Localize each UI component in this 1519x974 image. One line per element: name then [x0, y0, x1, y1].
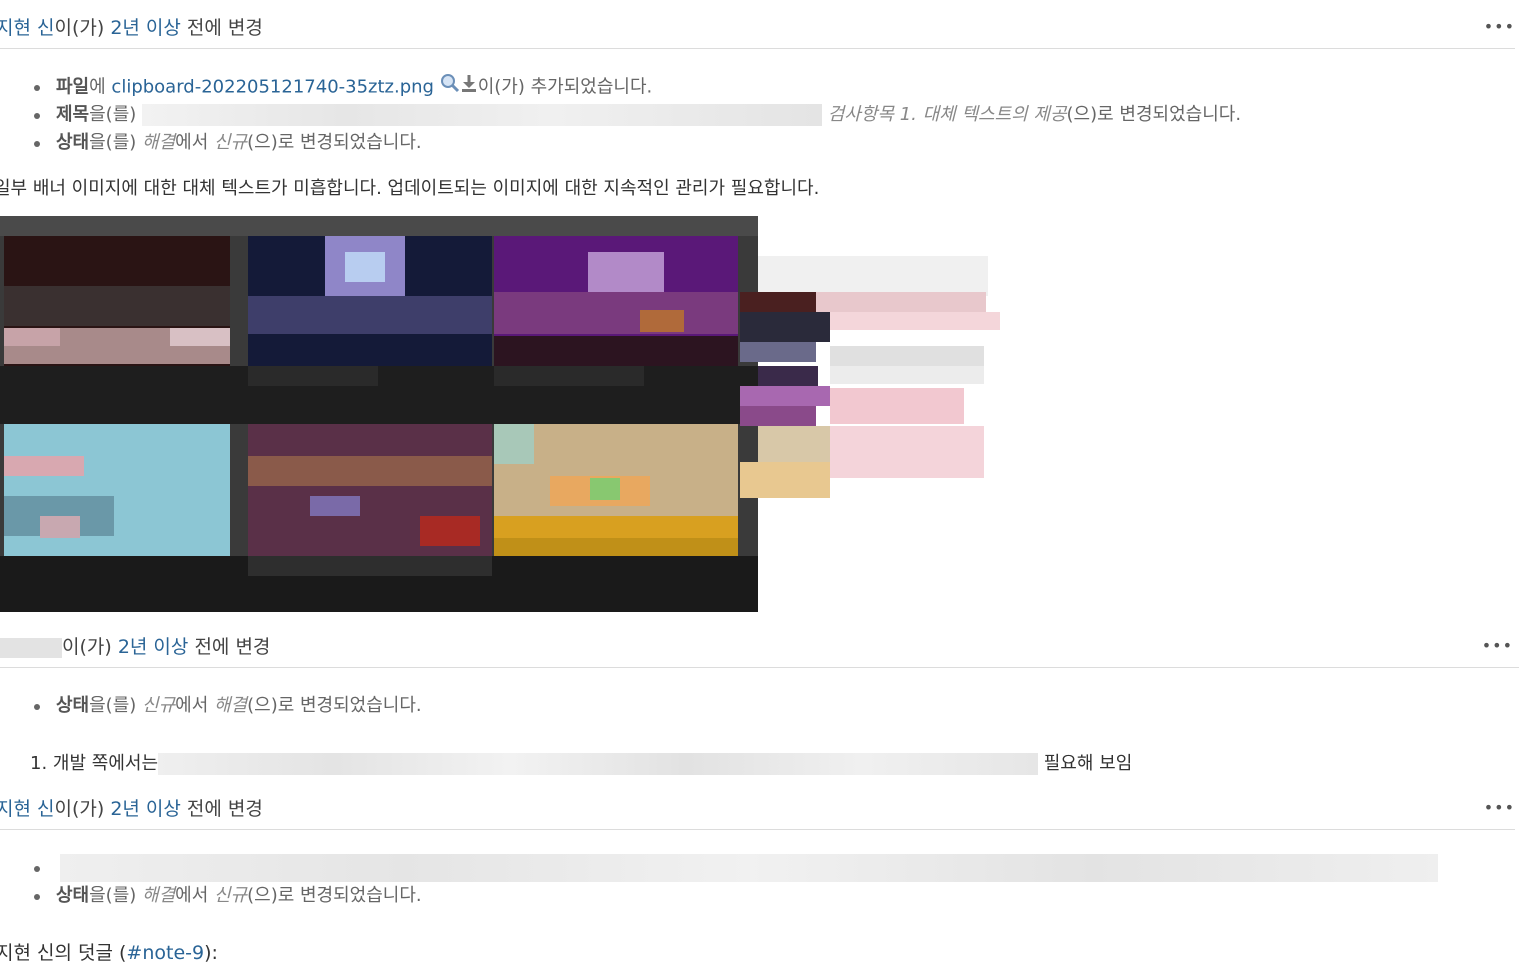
detail-suffix: (으)로 변경되었습니다.: [247, 885, 422, 906]
note-prefix: 개발 쪽에서는: [52, 753, 159, 774]
journal-details: 상태을(를) 해결에서 신규(으)로 변경되었습니다.: [0, 854, 1438, 910]
author-suffix: 이(가): [62, 636, 118, 658]
time-link[interactable]: 2년 이상: [110, 17, 181, 39]
journal-title: 지현 신이(가) 2년 이상 전에 변경: [0, 13, 263, 40]
detail-label: 제목: [56, 104, 90, 125]
journal-header: 지현 신이(가) 2년 이상 전에 변경 •••: [0, 14, 1515, 49]
download-icon[interactable]: [460, 73, 478, 102]
redacted-note-text: [158, 753, 1039, 775]
ellipsis-icon[interactable]: •••: [1482, 636, 1513, 655]
redacted-author: [0, 637, 62, 658]
comment-text: 의 덧글 (: [54, 942, 127, 964]
detail-suffix: (으)로 변경되었습니다.: [247, 132, 422, 153]
note-suffix: 필요해 보임: [1043, 753, 1133, 774]
magnifier-icon[interactable]: [440, 73, 460, 102]
detail-mid: 을(를): [89, 132, 143, 153]
attached-screenshot-image[interactable]: [0, 216, 1010, 614]
detail-suffix: 이(가) 추가되었습니다.: [477, 76, 653, 98]
journal-title: 지현 신이(가) 2년 이상 전에 변경: [0, 794, 263, 821]
detail-mid: 을(를): [89, 104, 143, 125]
journal-header: 이(가) 2년 이상 전에 변경 •••: [0, 633, 1519, 668]
detail-new-value: 신규: [213, 132, 248, 153]
detail-suffix: (으)로 변경되었습니다.: [247, 695, 422, 716]
comment-close: ):: [204, 942, 218, 964]
note-anchor-link[interactable]: #note-9: [126, 942, 204, 964]
detail-suffix: (으)로 변경되었습니다.: [1066, 104, 1242, 125]
redacted-old-title: [142, 104, 823, 126]
author-link[interactable]: 지현 신: [0, 798, 54, 820]
ellipsis-icon[interactable]: •••: [1484, 17, 1515, 36]
detail-new-value: 검사항목 1. 대체 텍스트의 제공: [827, 104, 1067, 125]
detail-new-value: 해결: [213, 695, 248, 716]
detail-label: 상태: [56, 132, 90, 153]
detail-status: 상태을(를) 해결에서 신규(으)로 변경되었습니다.: [0, 882, 1438, 910]
detail-new-value: 신규: [213, 885, 248, 906]
journal-note: 1. 개발 쪽에서는 필요해 보임: [30, 749, 1132, 775]
detail-mid: 을(를): [89, 885, 143, 906]
detail-label: 파일: [56, 76, 90, 98]
detail-mid: 에서: [175, 885, 214, 906]
redacted-detail: [60, 854, 1438, 882]
journal-details: 파일에 clipboard-202205121740-35ztz.png 이(가…: [0, 73, 1241, 157]
time-suffix: 전에 변경: [180, 17, 263, 39]
time-link[interactable]: 2년 이상: [118, 636, 189, 658]
detail-mid: 을(를): [89, 695, 143, 716]
detail-redacted: [0, 854, 1438, 882]
detail-old-value: 해결: [142, 132, 176, 153]
ellipsis-icon[interactable]: •••: [1484, 798, 1515, 817]
detail-mid: 에서: [175, 695, 214, 716]
journal-header: 지현 신이(가) 2년 이상 전에 변경 •••: [0, 795, 1515, 830]
detail-label: 상태: [56, 885, 90, 906]
detail-status: 상태을(를) 해결에서 신규(으)로 변경되었습니다.: [0, 129, 1241, 157]
time-suffix: 전에 변경: [188, 636, 271, 658]
detail-status: 상태을(를) 신규에서 해결(으)로 변경되었습니다.: [0, 692, 422, 720]
detail-label: 상태: [56, 695, 90, 716]
detail-old-value: 해결: [142, 885, 176, 906]
journal-details: 상태을(를) 신규에서 해결(으)로 변경되었습니다.: [0, 692, 422, 720]
author-link[interactable]: 지현 신: [0, 17, 54, 39]
list-number: 1.: [30, 753, 48, 774]
journal-note: 일부 배너 이미지에 대한 대체 텍스트가 미흡합니다. 업데이트되는 이미지에…: [0, 178, 820, 199]
comment-header: 지현 신의 덧글 (#note-9):: [0, 938, 218, 965]
detail-file: 파일에 clipboard-202205121740-35ztz.png 이(가…: [0, 73, 1241, 101]
detail-mid: 에: [89, 76, 112, 98]
detail-mid: 에서: [175, 132, 214, 153]
detail-old-value: 신규: [142, 695, 176, 716]
journal-title: 이(가) 2년 이상 전에 변경: [0, 632, 270, 659]
detail-title: 제목을(를) 검사항목 1. 대체 텍스트의 제공(으)로 변경되었습니다.: [0, 101, 1241, 129]
author-suffix: 이(가): [54, 17, 111, 39]
comment-author: 지현 신: [0, 942, 55, 964]
author-suffix: 이(가): [54, 798, 111, 820]
time-link[interactable]: 2년 이상: [110, 798, 181, 820]
time-suffix: 전에 변경: [180, 798, 263, 820]
attachment-link[interactable]: clipboard-202205121740-35ztz.png: [111, 77, 434, 98]
